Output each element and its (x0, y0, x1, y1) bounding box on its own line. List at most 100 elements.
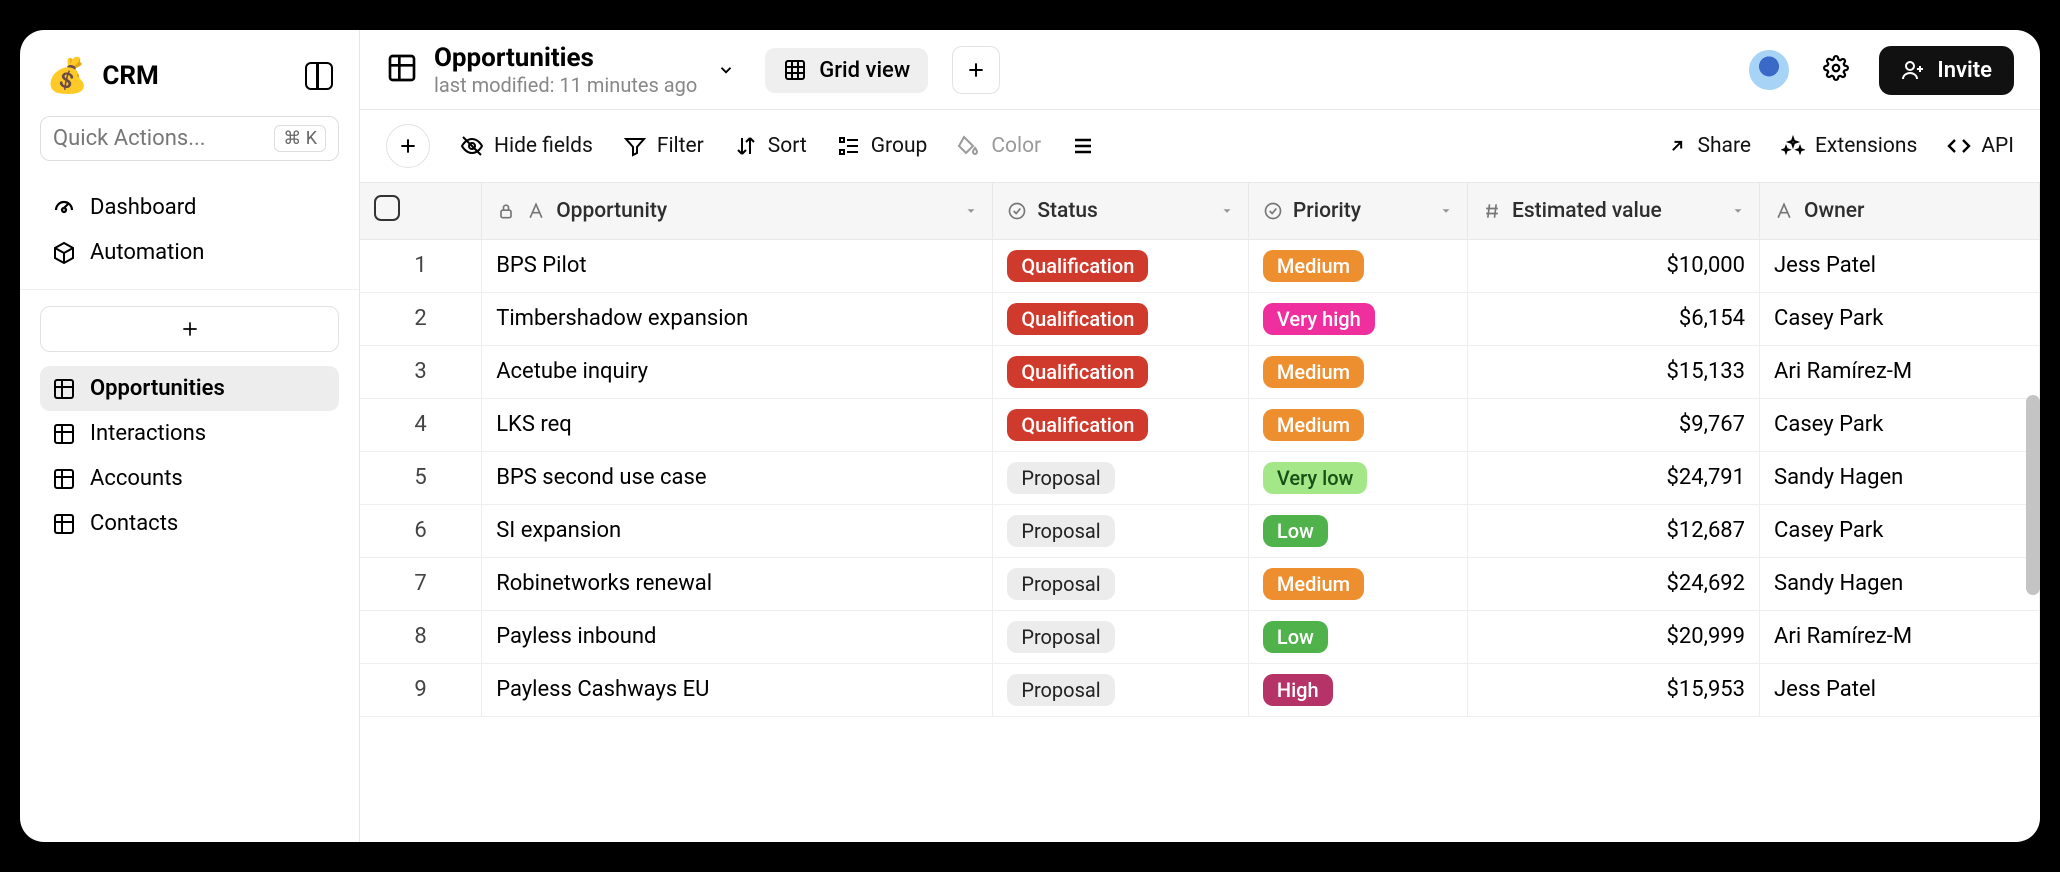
status-badge: Qualification (1007, 250, 1148, 282)
hide-fields-button[interactable]: Hide fields (460, 134, 593, 158)
cell-priority[interactable]: Medium (1248, 398, 1467, 451)
table-row[interactable]: 8Payless inboundProposalLow$20,999Ari Ra… (360, 610, 2040, 663)
last-modified: last modified: 11 minutes ago (434, 74, 697, 97)
cell-estimated-value[interactable]: $9,767 (1467, 398, 1759, 451)
cell-opportunity[interactable]: Robinetworks renewal (482, 557, 993, 610)
share-label: Share (1697, 134, 1751, 158)
invite-button[interactable]: Invite (1879, 46, 2014, 95)
cell-status[interactable]: Qualification (993, 292, 1249, 345)
table-row[interactable]: 1BPS PilotQualificationMedium$10,000Jess… (360, 239, 2040, 292)
cell-priority[interactable]: Medium (1248, 345, 1467, 398)
cell-estimated-value[interactable]: $10,000 (1467, 239, 1759, 292)
cell-opportunity[interactable]: Payless inbound (482, 610, 993, 663)
cell-owner[interactable]: Jess Patel (1760, 239, 2040, 292)
cell-opportunity[interactable]: SI expansion (482, 504, 993, 557)
share-button[interactable]: Share (1667, 134, 1751, 158)
sidebar-table-contacts[interactable]: Contacts (40, 501, 339, 546)
extensions-button[interactable]: Extensions (1781, 134, 1917, 158)
cell-estimated-value[interactable]: $15,133 (1467, 345, 1759, 398)
cell-priority[interactable]: Very low (1248, 451, 1467, 504)
cell-opportunity[interactable]: Acetube inquiry (482, 345, 993, 398)
sidebar-item-dashboard[interactable]: Dashboard (40, 185, 339, 230)
cell-owner[interactable]: Casey Park (1760, 504, 2040, 557)
api-button[interactable]: API (1947, 134, 2014, 158)
table-row[interactable]: 4LKS reqQualificationMedium$9,767Casey P… (360, 398, 2040, 451)
sidebar-item-automation[interactable]: Automation (40, 230, 339, 275)
sort-button[interactable]: Sort (734, 134, 807, 158)
cell-estimated-value[interactable]: $12,687 (1467, 504, 1759, 557)
sidebar-item-label: Dashboard (90, 195, 196, 220)
cell-opportunity[interactable]: BPS Pilot (482, 239, 993, 292)
column-header-status[interactable]: Status (993, 183, 1249, 240)
add-table-button[interactable] (40, 306, 339, 352)
toggle-sidebar-icon[interactable] (305, 62, 333, 90)
table-row[interactable]: 3Acetube inquiryQualificationMedium$15,1… (360, 345, 2040, 398)
cell-priority[interactable]: Medium (1248, 239, 1467, 292)
cell-priority[interactable]: Low (1248, 610, 1467, 663)
cell-status[interactable]: Proposal (993, 557, 1249, 610)
column-header-owner[interactable]: Owner (1760, 183, 2040, 240)
cell-priority[interactable]: Low (1248, 504, 1467, 557)
cell-owner[interactable]: Ari Ramírez-M (1760, 610, 2040, 663)
scrollbar-thumb[interactable] (2026, 395, 2040, 595)
color-button[interactable]: Color (957, 134, 1041, 158)
status-badge: Qualification (1007, 356, 1148, 388)
add-record-button[interactable] (386, 124, 430, 168)
cell-priority[interactable]: Very high (1248, 292, 1467, 345)
cell-estimated-value[interactable]: $15,953 (1467, 663, 1759, 716)
sidebar-item-label: Automation (90, 240, 204, 265)
cell-status[interactable]: Proposal (993, 610, 1249, 663)
filter-button[interactable]: Filter (623, 134, 704, 158)
column-header-opportunity[interactable]: Opportunity (482, 183, 993, 240)
cell-owner[interactable]: Sandy Hagen (1760, 451, 2040, 504)
avatar[interactable] (1749, 50, 1789, 90)
group-button[interactable]: Group (837, 134, 928, 158)
cell-estimated-value[interactable]: $24,791 (1467, 451, 1759, 504)
sidebar-table-interactions[interactable]: Interactions (40, 411, 339, 456)
cell-estimated-value[interactable]: $20,999 (1467, 610, 1759, 663)
column-header-priority[interactable]: Priority (1248, 183, 1467, 240)
sidebar-table-accounts[interactable]: Accounts (40, 456, 339, 501)
settings-button[interactable] (1823, 55, 1849, 85)
table-row[interactable]: 9Payless Cashways EUProposalHigh$15,953J… (360, 663, 2040, 716)
cell-opportunity[interactable]: Payless Cashways EU (482, 663, 993, 716)
api-label: API (1981, 134, 2014, 158)
cell-status[interactable]: Proposal (993, 663, 1249, 716)
cell-priority[interactable]: High (1248, 663, 1467, 716)
cell-opportunity[interactable]: Timbershadow expansion (482, 292, 993, 345)
cell-estimated-value[interactable]: $6,154 (1467, 292, 1759, 345)
grid-view-button[interactable]: Grid view (765, 48, 928, 93)
cell-owner[interactable]: Jess Patel (1760, 663, 2040, 716)
brand[interactable]: 💰 CRM (46, 56, 159, 96)
cell-estimated-value[interactable]: $24,692 (1467, 557, 1759, 610)
priority-badge: Low (1263, 515, 1328, 547)
cell-status[interactable]: Qualification (993, 239, 1249, 292)
cell-owner[interactable]: Sandy Hagen (1760, 557, 2040, 610)
table-row[interactable]: 6SI expansionProposalLow$12,687Casey Par… (360, 504, 2040, 557)
options-button[interactable] (1071, 134, 1095, 158)
cell-owner[interactable]: Casey Park (1760, 292, 2040, 345)
checkbox-icon (374, 195, 400, 221)
cell-opportunity[interactable]: BPS second use case (482, 451, 993, 504)
cell-status[interactable]: Qualification (993, 345, 1249, 398)
table-title-block[interactable]: Opportunities last modified: 11 minutes … (434, 44, 735, 97)
table-row[interactable]: 5BPS second use caseProposalVery low$24,… (360, 451, 2040, 504)
cell-priority[interactable]: Medium (1248, 557, 1467, 610)
cell-status[interactable]: Proposal (993, 451, 1249, 504)
select-all-header[interactable] (360, 183, 482, 240)
cell-opportunity[interactable]: LKS req (482, 398, 993, 451)
quick-actions-input[interactable]: Quick Actions... ⌘ K (40, 116, 339, 161)
status-badge: Proposal (1007, 515, 1114, 547)
add-view-button[interactable] (952, 46, 1000, 94)
chevron-down-icon (717, 61, 735, 79)
table-row[interactable]: 2Timbershadow expansionQualificationVery… (360, 292, 2040, 345)
column-header-estimated-value[interactable]: Estimated value (1467, 183, 1759, 240)
cell-status[interactable]: Proposal (993, 504, 1249, 557)
cell-status[interactable]: Qualification (993, 398, 1249, 451)
cell-owner[interactable]: Casey Park (1760, 398, 2040, 451)
main: Opportunities last modified: 11 minutes … (360, 30, 2040, 842)
table-row[interactable]: 7Robinetworks renewalProposalMedium$24,6… (360, 557, 2040, 610)
sidebar-table-opportunities[interactable]: Opportunities (40, 366, 339, 411)
cell-owner[interactable]: Ari Ramírez-M (1760, 345, 2040, 398)
text-icon (526, 201, 546, 221)
